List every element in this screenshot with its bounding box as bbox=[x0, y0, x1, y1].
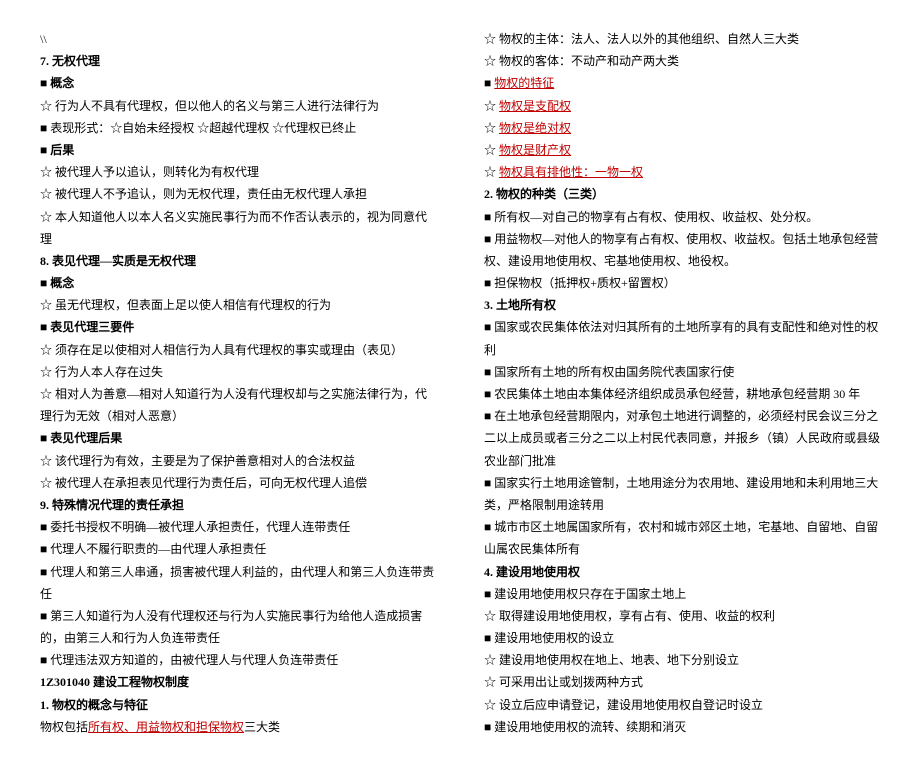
text-line: ■ 概念 bbox=[40, 72, 436, 94]
text-line: ☆ 物权是支配权 bbox=[484, 95, 880, 117]
text-line: ☆ 被代理人在承担表见代理行为责任后，可向无权代理人追偿 bbox=[40, 472, 436, 494]
text-line: ■ 城市市区土地属国家所有，农村和城市郊区土地，宅基地、自留地、自留山属农民集体… bbox=[484, 516, 880, 560]
text-line: ■ 担保物权（抵押权+质权+留置权） bbox=[484, 272, 880, 294]
text-line: \\ bbox=[40, 28, 436, 50]
bullet-prefix: ☆ bbox=[484, 121, 499, 135]
text-line: ☆ 物权具有排他性：一物一权 bbox=[484, 161, 880, 183]
left-column: \\7. 无权代理■ 概念☆ 行为人不具有代理权，但以他人的名义与第三人进行法律… bbox=[40, 28, 436, 738]
bullet-prefix: ☆ bbox=[484, 143, 499, 157]
bullet-prefix: ■ bbox=[484, 76, 494, 90]
text-line: ■ 代理人不履行职责的—由代理人承担责任 bbox=[40, 538, 436, 560]
text-line: ☆ 物权的客体：不动产和动产两大类 bbox=[484, 50, 880, 72]
text-line: 7. 无权代理 bbox=[40, 50, 436, 72]
text-line: 3. 土地所有权 bbox=[484, 294, 880, 316]
red-text: 物权是支配权 bbox=[499, 99, 571, 113]
text-line: 2. 物权的种类（三类） bbox=[484, 183, 880, 205]
text-line: ■ 委托书授权不明确—被代理人承担责任，代理人连带责任 bbox=[40, 516, 436, 538]
bullet-prefix: ☆ bbox=[484, 165, 499, 179]
text-line: ■ 在土地承包经营期限内，对承包土地进行调整的，必须经村民会议三分之二以上成员或… bbox=[484, 405, 880, 472]
text-line: ■ 代理人和第三人串通，损害被代理人利益的，由代理人和第三人负连带责任 bbox=[40, 561, 436, 605]
text-prefix: 物权包括 bbox=[40, 720, 88, 734]
text-line: ■ 建设用地使用权的设立 bbox=[484, 627, 880, 649]
text-line: ■ 表见代理后果 bbox=[40, 427, 436, 449]
text-line: ☆ 虽无代理权，但表面上足以使人相信有代理权的行为 bbox=[40, 294, 436, 316]
bullet-prefix: ☆ bbox=[484, 99, 499, 113]
text-line: ☆ 行为人本人存在过失 bbox=[40, 361, 436, 383]
red-text: 物权是绝对权 bbox=[499, 121, 571, 135]
text-line: ■ 国家实行土地用途管制，土地用途分为农用地、建设用地和未利用地三大类，严格限制… bbox=[484, 472, 880, 516]
text-line: ☆ 须存在足以使相对人相信行为人具有代理权的事实或理由（表见） bbox=[40, 339, 436, 361]
text-line: ■ 农民集体土地由本集体经济组织成员承包经营，耕地承包经营期 30 年 bbox=[484, 383, 880, 405]
text-line: ■ 用益物权—对他人的物享有占有权、使用权、收益权。包括土地承包经营权、建设用地… bbox=[484, 228, 880, 272]
text-line: ☆ 行为人不具有代理权，但以他人的名义与第三人进行法律行为 bbox=[40, 95, 436, 117]
red-text: 所有权、用益物权和担保物权 bbox=[88, 720, 244, 734]
text-line: ☆ 物权的主体：法人、法人以外的其他组织、自然人三大类 bbox=[484, 28, 880, 50]
text-line: ☆ 被代理人不予追认，则为无权代理，责任由无权代理人承担 bbox=[40, 183, 436, 205]
text-line: 9. 特殊情况代理的责任承担 bbox=[40, 494, 436, 516]
text-line: ☆ 可采用出让或划拨两种方式 bbox=[484, 671, 880, 693]
text-line: ☆ 本人知道他人以本人名义实施民事行为而不作否认表示的，视为同意代理 bbox=[40, 206, 436, 250]
text-line: ■ 第三人知道行为人没有代理权还与行为人实施民事行为给他人造成损害的，由第三人和… bbox=[40, 605, 436, 649]
text-line: ☆ 物权是财产权 bbox=[484, 139, 880, 161]
text-line: ☆ 被代理人予以追认，则转化为有权代理 bbox=[40, 161, 436, 183]
page-container: \\7. 无权代理■ 概念☆ 行为人不具有代理权，但以他人的名义与第三人进行法律… bbox=[40, 28, 880, 738]
text-line: ☆ 该代理行为有效，主要是为了保护善意相对人的合法权益 bbox=[40, 450, 436, 472]
text-line: ■ 表见代理三要件 bbox=[40, 316, 436, 338]
text-line: ☆ 物权是绝对权 bbox=[484, 117, 880, 139]
text-line: ■ 概念 bbox=[40, 272, 436, 294]
text-line: ■ 国家或农民集体依法对归其所有的土地所享有的具有支配性和绝对性的权利 bbox=[484, 316, 880, 360]
right-column: ☆ 物权的主体：法人、法人以外的其他组织、自然人三大类☆ 物权的客体：不动产和动… bbox=[484, 28, 880, 738]
text-line: ■ 后果 bbox=[40, 139, 436, 161]
text-line: ■ 代理违法双方知道的，由被代理人与代理人负连带责任 bbox=[40, 649, 436, 671]
text-line: ☆ 建设用地使用权在地上、地表、地下分别设立 bbox=[484, 649, 880, 671]
text-line: ☆ 取得建设用地使用权，享有占有、使用、收益的权利 bbox=[484, 605, 880, 627]
text-line: 8. 表见代理—实质是无权代理 bbox=[40, 250, 436, 272]
text-line: 物权包括所有权、用益物权和担保物权三大类 bbox=[40, 716, 436, 738]
text-line: 1Z301040 建设工程物权制度 bbox=[40, 671, 436, 693]
text-line: 1. 物权的概念与特征 bbox=[40, 694, 436, 716]
red-text: 物权的特征 bbox=[494, 76, 554, 90]
text-line: ■ 建设用地使用权只存在于国家土地上 bbox=[484, 583, 880, 605]
text-line: ■ 所有权—对自己的物享有占有权、使用权、收益权、处分权。 bbox=[484, 206, 880, 228]
text-line: 4. 建设用地使用权 bbox=[484, 561, 880, 583]
red-text: 物权是财产权 bbox=[499, 143, 571, 157]
text-line: ☆ 设立后应申请登记，建设用地使用权自登记时设立 bbox=[484, 694, 880, 716]
text-suffix: 三大类 bbox=[244, 720, 280, 734]
red-text: 物权具有排他性：一物一权 bbox=[499, 165, 643, 179]
text-line: ☆ 相对人为善意—相对人知道行为人没有代理权却与之实施法律行为，代理行为无效（相… bbox=[40, 383, 436, 427]
text-line: ■ 物权的特征 bbox=[484, 72, 880, 94]
text-line: ■ 表现形式：☆自始未经授权 ☆超越代理权 ☆代理权已终止 bbox=[40, 117, 436, 139]
text-line: ■ 国家所有土地的所有权由国务院代表国家行使 bbox=[484, 361, 880, 383]
text-line: ■ 建设用地使用权的流转、续期和消灭 bbox=[484, 716, 880, 738]
